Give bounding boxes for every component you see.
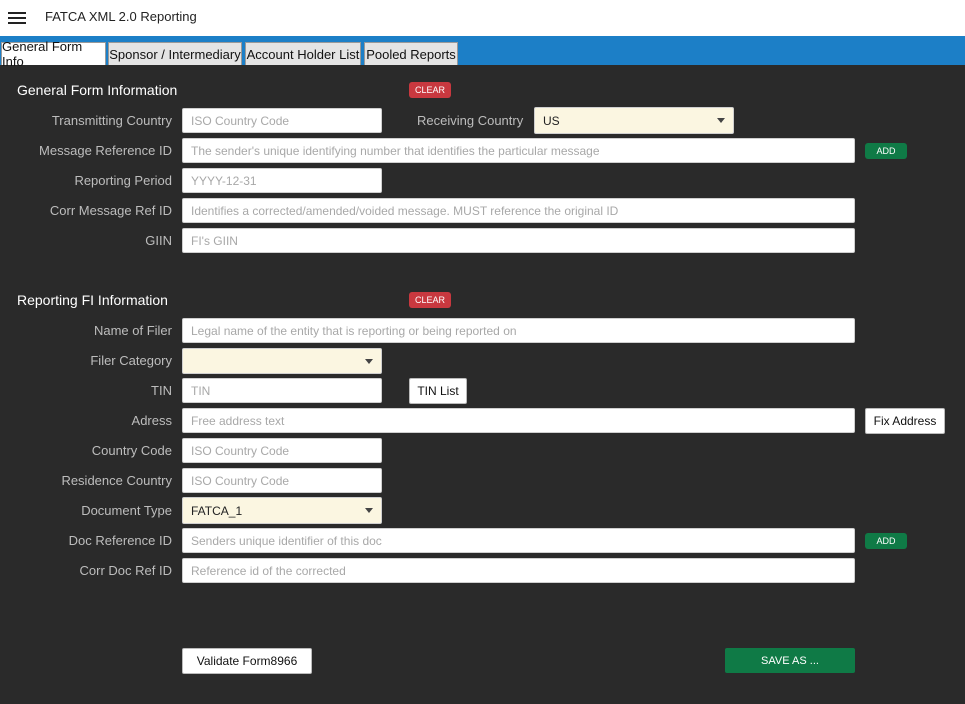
tin-label: TIN: [151, 383, 172, 398]
message-ref-input[interactable]: [182, 138, 855, 163]
receiving-country-label: Receiving Country: [417, 113, 524, 128]
tin-list-button[interactable]: TIN List: [409, 378, 467, 404]
country-code-label: Country Code: [91, 443, 172, 458]
address-label: Adress: [131, 413, 172, 428]
address-input[interactable]: [182, 408, 855, 433]
title-bar: FATCA XML 2.0 Reporting: [0, 0, 965, 36]
tab-sponsor-intermediary[interactable]: Sponsor / Intermediary: [108, 42, 242, 65]
corr-doc-ref-label: Corr Doc Ref ID: [79, 563, 172, 578]
giin-label: GIIN: [145, 233, 172, 248]
receiving-country-value: US: [543, 113, 560, 128]
document-type-label: Document Type: [81, 503, 172, 518]
message-ref-label: Message Reference ID: [39, 143, 172, 158]
hamburger-icon[interactable]: [8, 12, 26, 24]
fix-address-button[interactable]: Fix Address: [865, 408, 945, 434]
chevron-down-icon: [365, 508, 373, 513]
filer-category-select[interactable]: [182, 348, 382, 374]
save-as-button[interactable]: SAVE AS ...: [725, 648, 855, 673]
name-of-filer-label: Name of Filer: [93, 323, 172, 338]
app-title: FATCA XML 2.0 Reporting: [45, 9, 197, 24]
corr-message-ref-input[interactable]: [182, 198, 855, 223]
reporting-fi-clear-button[interactable]: CLEAR: [409, 292, 451, 308]
tab-account-holder-list[interactable]: Account Holder List: [245, 42, 361, 65]
doc-ref-add-button[interactable]: ADD: [865, 533, 907, 549]
tab-pooled-reports[interactable]: Pooled Reports: [364, 42, 458, 65]
reporting-period-label: Reporting Period: [74, 173, 172, 188]
receiving-country-select[interactable]: US: [534, 107, 734, 134]
filer-category-label: Filer Category: [90, 353, 172, 368]
residence-country-label: Residence Country: [61, 473, 172, 488]
country-code-input[interactable]: [182, 438, 382, 463]
doc-ref-input[interactable]: [182, 528, 855, 553]
chevron-down-icon: [365, 359, 373, 364]
validate-button[interactable]: Validate Form8966: [182, 648, 312, 674]
chevron-down-icon: [717, 118, 725, 123]
general-section-title: General Form Information: [17, 82, 178, 98]
reporting-fi-section-title: Reporting FI Information: [17, 292, 168, 308]
document-type-select[interactable]: FATCA_1: [182, 497, 382, 524]
name-of-filer-input[interactable]: [182, 318, 855, 343]
document-type-value: FATCA_1: [191, 503, 243, 518]
tab-bar: General Form Info Sponsor / Intermediary…: [0, 36, 965, 69]
corr-doc-ref-input[interactable]: [182, 558, 855, 583]
general-clear-button[interactable]: CLEAR: [409, 82, 451, 98]
tin-input[interactable]: [182, 378, 382, 403]
corr-message-ref-label: Corr Message Ref ID: [49, 203, 172, 218]
giin-input[interactable]: [182, 228, 855, 253]
reporting-period-input[interactable]: [182, 168, 382, 193]
message-ref-add-button[interactable]: ADD: [865, 143, 907, 159]
tab-general-form-info[interactable]: General Form Info: [1, 39, 106, 69]
doc-ref-label: Doc Reference ID: [68, 533, 172, 548]
residence-country-input[interactable]: [182, 468, 382, 493]
transmitting-country-label: Transmitting Country: [51, 113, 172, 128]
transmitting-country-input[interactable]: [182, 108, 382, 133]
